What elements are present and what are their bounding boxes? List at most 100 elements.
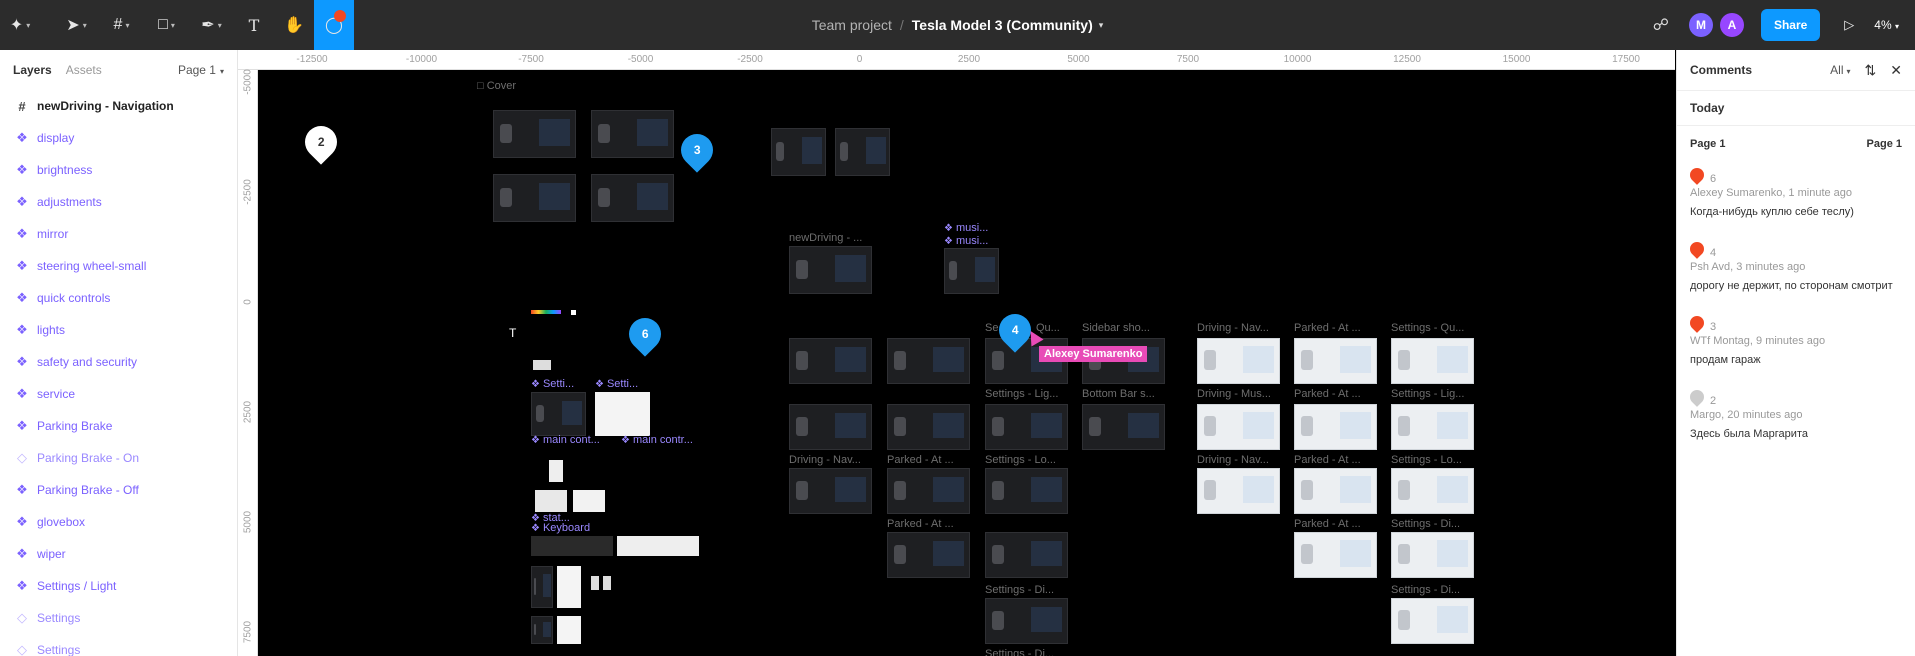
frame-label[interactable]: Parked - At ... <box>887 454 954 466</box>
frame-thumbnail[interactable] <box>591 174 674 222</box>
canvas[interactable]: □ Cover newDriving - ... musi... musi...… <box>259 70 1675 656</box>
layer-row[interactable]: ◇ Settings <box>0 634 237 656</box>
chevron-down-icon[interactable]: ▾ <box>1099 20 1104 31</box>
cover-frame-label[interactable]: □ Cover <box>477 80 516 92</box>
icon-block[interactable] <box>533 360 551 370</box>
frame-thumbnail[interactable] <box>1294 468 1377 514</box>
frame-label[interactable]: Settings - Di... <box>1391 518 1460 530</box>
layer-row[interactable]: ❖ service <box>0 378 237 410</box>
frame-thumbnail[interactable] <box>531 392 586 436</box>
mini-component[interactable] <box>603 576 611 590</box>
comment-pin[interactable]: 6 <box>622 311 668 357</box>
component-label[interactable]: main cont... <box>531 434 600 446</box>
mini-component[interactable] <box>549 460 563 482</box>
mini-component[interactable] <box>591 576 599 590</box>
layer-row[interactable]: ❖ display <box>0 122 237 154</box>
frame-label[interactable]: Driving - Nav... <box>1197 322 1269 334</box>
comment-tool-button[interactable]: ◯ <box>314 0 354 50</box>
layer-row[interactable]: ❖ glovebox <box>0 506 237 538</box>
frame-label[interactable]: Settings - Di... <box>985 584 1054 596</box>
swatch[interactable] <box>571 310 576 315</box>
frame-label[interactable]: Settings - Lo... <box>985 454 1056 466</box>
frame-thumbnail[interactable] <box>789 468 872 514</box>
frame-label[interactable]: Settings - Qu... <box>1391 322 1464 334</box>
frame-thumbnail[interactable] <box>1391 598 1474 644</box>
mini-component[interactable] <box>557 566 581 608</box>
frame-label[interactable]: Sidebar sho... <box>1082 322 1150 334</box>
frame-thumbnail[interactable] <box>789 404 872 450</box>
frame-label[interactable]: Driving - Mus... <box>1197 388 1271 400</box>
sliders-icon[interactable]: ⇅ <box>1865 62 1877 79</box>
frame-thumbnail[interactable] <box>595 392 650 436</box>
mini-component[interactable] <box>535 490 567 512</box>
frame-thumbnail[interactable] <box>985 468 1068 514</box>
page-selector[interactable]: Page 1 ▾ <box>178 63 224 77</box>
comments-filter[interactable]: All ▾ <box>1830 63 1850 77</box>
frame-label[interactable]: Parked - At ... <box>1294 322 1361 334</box>
frame-thumbnail[interactable] <box>1294 532 1377 578</box>
frame-thumbnail[interactable] <box>985 532 1068 578</box>
headphones-icon[interactable]: ☍ <box>1653 15 1669 35</box>
frame-thumbnail[interactable] <box>1391 532 1474 578</box>
frame-label[interactable]: Settings - Lig... <box>1391 388 1464 400</box>
text-tool-button[interactable]: T <box>234 0 274 50</box>
comment-item[interactable]: 2 Margo, 20 minutes ago Здесь была Маргари… <box>1677 387 1915 442</box>
mini-component[interactable] <box>531 566 553 608</box>
hand-tool-button[interactable]: ✋ <box>274 0 314 50</box>
frame-thumbnail[interactable] <box>789 246 872 294</box>
layer-row[interactable]: ❖ quick controls <box>0 282 237 314</box>
frame-label[interactable]: Settings - Lo... <box>1391 454 1462 466</box>
frame-label[interactable]: Settings - Di... <box>1391 584 1460 596</box>
layer-row[interactable]: ❖ Parking Brake <box>0 410 237 442</box>
zoom-level[interactable]: 4% ▾ <box>1874 18 1899 32</box>
layer-row[interactable]: ❖ steering wheel-small <box>0 250 237 282</box>
mini-component[interactable] <box>557 616 581 644</box>
mini-component[interactable] <box>573 490 605 512</box>
color-swatches[interactable] <box>531 310 561 314</box>
main-menu-button[interactable]: ✦ ▾ <box>0 0 40 50</box>
mini-component[interactable] <box>531 616 553 644</box>
frame-thumbnail[interactable] <box>1197 404 1280 450</box>
layer-row[interactable]: ❖ safety and security <box>0 346 237 378</box>
frame-thumbnail[interactable] <box>1391 338 1474 384</box>
file-name[interactable]: Tesla Model 3 (Community) <box>912 17 1093 33</box>
frame-label[interactable]: Settings - Di... <box>985 648 1054 656</box>
layer-row[interactable]: ❖ lights <box>0 314 237 346</box>
frame-thumbnail[interactable] <box>887 338 970 384</box>
layer-row[interactable]: ❖ Parking Brake - Off <box>0 474 237 506</box>
frame-thumbnail[interactable] <box>985 598 1068 644</box>
tab-layers[interactable]: Layers <box>13 63 52 77</box>
frame-label[interactable]: Parked - At ... <box>1294 388 1361 400</box>
frame-thumbnail[interactable] <box>771 128 826 176</box>
component-label[interactable]: musi... <box>944 235 988 247</box>
frame-label[interactable]: newDriving - ... <box>789 232 862 244</box>
tab-assets[interactable]: Assets <box>66 63 102 77</box>
layer-row[interactable]: ❖ brightness <box>0 154 237 186</box>
component-label[interactable]: Keyboard <box>531 522 590 534</box>
frame-thumbnail[interactable] <box>887 404 970 450</box>
frame-thumbnail[interactable] <box>493 110 576 158</box>
frame-thumbnail[interactable] <box>985 404 1068 450</box>
frame-label[interactable]: Settings - Lig... <box>985 388 1058 400</box>
frame-label[interactable]: Driving - Nav... <box>1197 454 1269 466</box>
avatar[interactable]: A <box>1719 13 1744 37</box>
avatar[interactable]: M <box>1688 13 1713 37</box>
frame-label[interactable]: Parked - At ... <box>887 518 954 530</box>
frame-thumbnail[interactable] <box>1294 404 1377 450</box>
frame-thumbnail[interactable] <box>493 174 576 222</box>
frame-label[interactable]: Driving - Nav... <box>789 454 861 466</box>
comment-item[interactable]: 6 Alexey Sumarenko, 1 minute ago Когда-ниб… <box>1677 165 1915 220</box>
frame-thumbnail[interactable] <box>1082 404 1165 450</box>
frame-thumbnail[interactable] <box>887 468 970 514</box>
play-icon[interactable]: ▷ <box>1844 17 1854 33</box>
comment-pin[interactable]: 3 <box>674 127 720 173</box>
tesla-logo-icon[interactable]: T <box>509 326 516 340</box>
layer-row[interactable]: ❖ wiper <box>0 538 237 570</box>
layer-row[interactable]: ◇ Parking Brake - On <box>0 442 237 474</box>
frame-thumbnail[interactable] <box>887 532 970 578</box>
frame-thumbnail[interactable] <box>1391 404 1474 450</box>
share-button[interactable]: Share <box>1760 9 1821 41</box>
frame-label[interactable]: Parked - At ... <box>1294 518 1361 530</box>
frame-label[interactable]: Bottom Bar s... <box>1082 388 1155 400</box>
component-label[interactable]: main contr... <box>621 434 693 446</box>
